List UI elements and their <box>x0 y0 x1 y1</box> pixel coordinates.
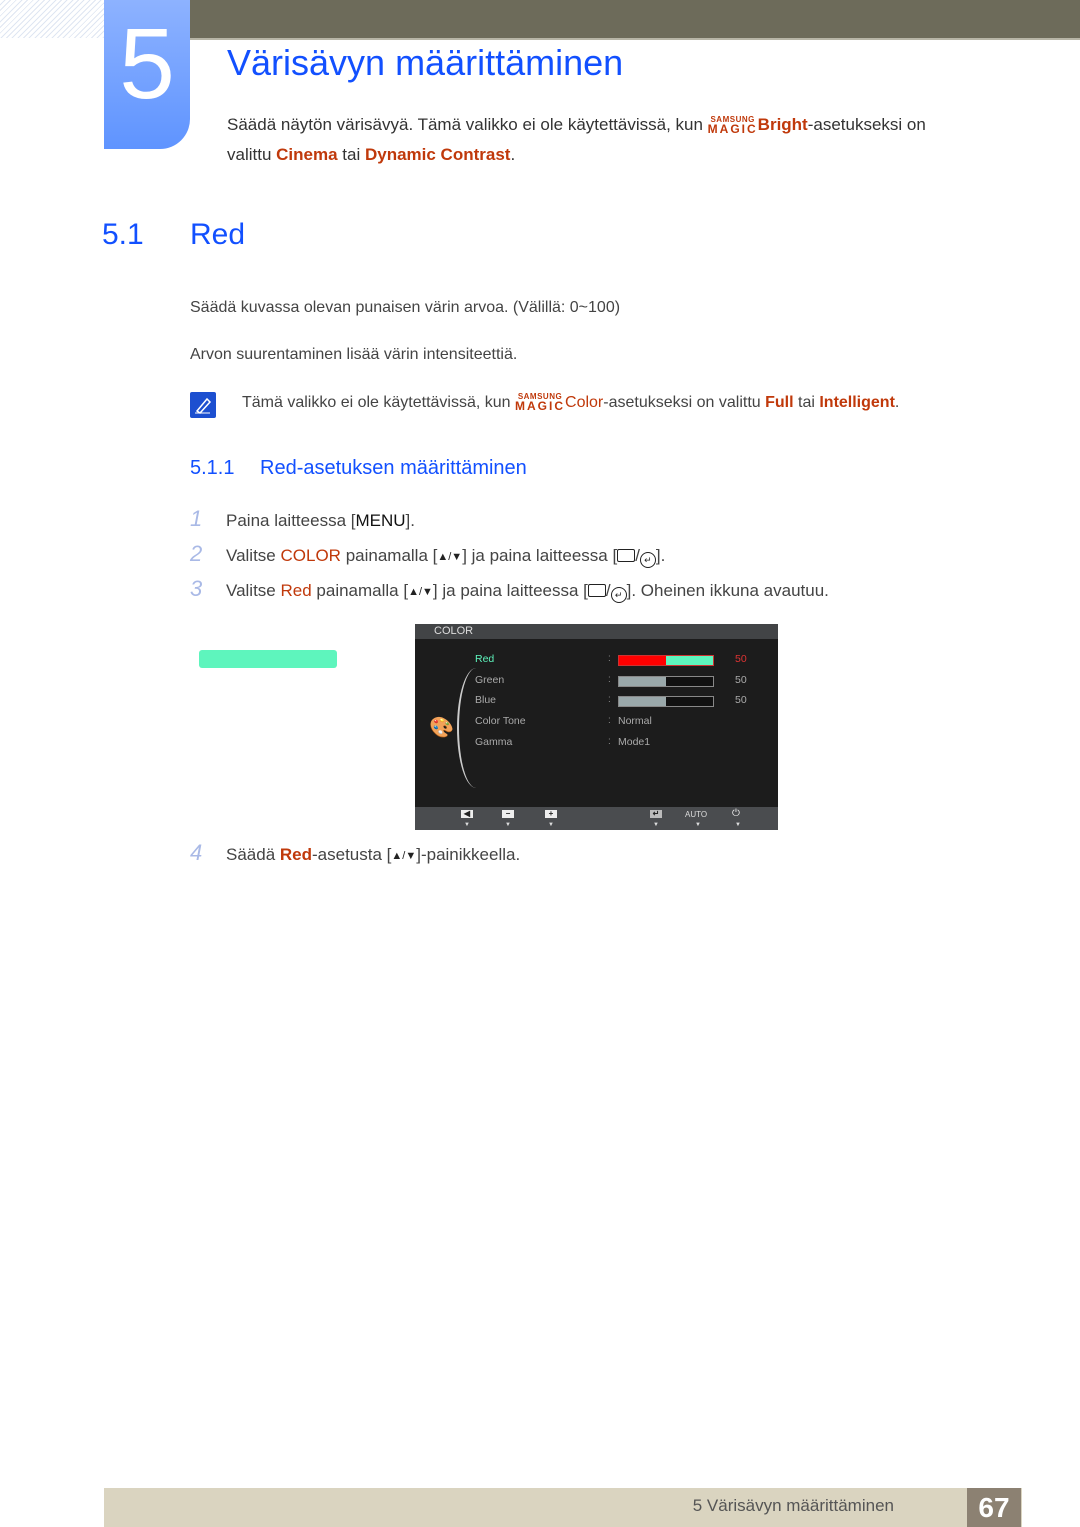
subsection-heading: 5.1.1 Red-asetuksen määrittäminen <box>190 457 527 480</box>
step-number: 3 <box>190 576 203 601</box>
osd-value: Normal <box>618 715 652 728</box>
step-2: 2 Valitse COLOR painamalla [▲/▼] ja paina… <box>190 541 666 568</box>
plus-button-icon[interactable]: + <box>545 810 557 818</box>
section-title: Red <box>190 218 246 251</box>
osd-title: COLOR <box>434 625 474 637</box>
auto-button[interactable]: AUTO <box>685 810 707 819</box>
slider-fill <box>619 676 666 686</box>
dynamic-contrast-term: Dynamic Contrast <box>364 145 511 164</box>
osd-colon: : <box>608 694 611 706</box>
cinema-term: Cinema <box>276 145 338 164</box>
note-pencil-icon <box>190 392 216 418</box>
osd-slider-green[interactable] <box>618 675 714 687</box>
section-number: 5.1 <box>102 218 144 251</box>
osd-value: 50 <box>735 673 747 686</box>
enter-button-icon[interactable]: ↵ <box>650 810 662 818</box>
osd-item-green[interactable]: Green <box>475 674 504 686</box>
slider-fill <box>619 697 666 707</box>
intro-tai: tai <box>337 145 365 164</box>
subsection-number: 5.1.1 <box>190 457 235 479</box>
magic-color-term: Color <box>565 394 604 411</box>
osd-item-blue[interactable]: Blue <box>475 694 496 706</box>
step-1: 1 Paina laitteessa [MENU]. <box>190 506 415 531</box>
osd-slider-blue[interactable] <box>618 696 714 708</box>
osd-item-gamma[interactable]: Gamma <box>475 736 512 748</box>
footer-chapter-title: 5 Värisävyn määrittäminen <box>692 1496 894 1515</box>
intro-text: Säädä näytön värisävyä. Tämä valikko ei … <box>227 115 708 134</box>
left-button-icon[interactable]: ◀ <box>461 810 473 818</box>
samsung-magic-logo: SAMSUNG MAGIC <box>515 392 566 413</box>
intro-text-3: valittu <box>227 145 277 164</box>
full-term: Full <box>765 394 794 411</box>
chapter-title: Värisävyn määrittäminen <box>227 42 624 83</box>
samsung-magic-logo: SAMSUNG MAGIC <box>707 115 758 136</box>
osd-curve-decoration <box>457 668 489 788</box>
up-down-arrows-icon: ▲/▼ <box>437 551 463 563</box>
decorative-hatch <box>0 0 104 38</box>
chapter-number-box: 5 <box>104 0 190 149</box>
page-number: 67 <box>967 1488 1021 1527</box>
up-down-arrows-icon: ▲/▼ <box>408 586 433 598</box>
up-down-arrows-icon: ▲/▼ <box>391 850 417 862</box>
intro-period: . <box>510 145 516 164</box>
chapter-number: 5 <box>119 8 175 120</box>
osd-colon: : <box>608 735 611 747</box>
step-number: 2 <box>190 541 203 566</box>
subsection-title: Red-asetuksen määrittäminen <box>260 457 527 479</box>
source-button-icon <box>587 584 606 597</box>
slider-fill <box>619 656 666 665</box>
section-para-range: Säädä kuvassa olevan punaisen värin arvo… <box>190 299 621 316</box>
osd-colon: : <box>608 715 611 727</box>
step-3: 3 Valitse Red painamalla [▲/▼] ja paina l… <box>190 576 829 603</box>
red-term: Red <box>279 845 313 864</box>
osd-header: COLOR <box>415 624 778 639</box>
step-number: 1 <box>190 506 203 531</box>
osd-slider-red[interactable] <box>618 655 714 666</box>
step-4: 4 Säädä Red-asetusta [▲/▼]-painikkeella. <box>190 840 521 865</box>
osd-item-color-tone[interactable]: Color Tone <box>475 715 526 727</box>
source-button-icon <box>617 549 636 562</box>
osd-colon: : <box>608 653 611 664</box>
red-term: Red <box>280 581 312 600</box>
osd-value: 50 <box>735 653 747 665</box>
intelligent-term: Intelligent <box>819 394 895 411</box>
top-bar <box>190 0 1080 40</box>
intro-text-2: -asetukseksi on <box>807 115 926 134</box>
enter-icon: ↵ <box>639 552 656 568</box>
palette-icon: 🎨 <box>429 717 454 739</box>
osd-value: Mode1 <box>618 735 651 748</box>
enter-icon: ↵ <box>610 587 627 603</box>
menu-key: MENU <box>355 511 406 530</box>
osd-value: 50 <box>735 694 747 707</box>
osd-selected-highlight <box>199 650 337 668</box>
osd-footer: ◀ − + ↵ AUTO ⏻ ▼ ▼ ▼ ▼ ▼ ▼ <box>415 807 778 830</box>
osd-colon: : <box>608 673 611 685</box>
chapter-intro: Säädä näytön värisävyä. Tämä valikko ei … <box>227 110 1027 170</box>
magic-bright-term: Bright <box>757 115 808 134</box>
color-term: COLOR <box>280 546 341 565</box>
section-heading: 5.1 Red <box>102 218 245 252</box>
power-button-icon[interactable]: ⏻ <box>732 808 740 819</box>
step-number: 4 <box>190 840 203 865</box>
osd-item-red[interactable]: Red <box>475 653 494 665</box>
minus-button-icon[interactable]: − <box>502 810 514 818</box>
note-text: Tämä valikko ei ole käytettävissä, kun S… <box>242 392 900 413</box>
section-para-intensity: Arvon suurentaminen lisää värin intensit… <box>190 346 518 363</box>
page-footer: 5 Värisävyn määrittäminen 67 <box>104 1488 1022 1527</box>
osd-color-menu: COLOR 🎨 ◀ − + ↵ AUTO ⏻ ▼ ▼ ▼ ▼ ▼ ▼ <box>415 624 778 830</box>
